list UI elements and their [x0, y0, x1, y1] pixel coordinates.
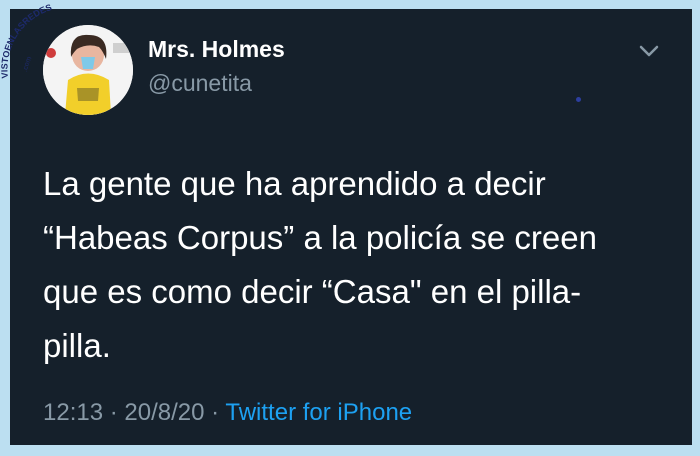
chevron-down-icon[interactable] [636, 41, 662, 61]
tweet-time[interactable]: 12:13 [43, 399, 103, 426]
watermark-suffix: .com [22, 56, 33, 73]
tweet-text: La gente que ha aprendido a decir “Habea… [43, 165, 597, 364]
decorative-dot [576, 97, 581, 102]
tweet-source-link[interactable]: Twitter for iPhone [225, 399, 412, 426]
display-name[interactable]: Mrs. Holmes [148, 36, 285, 63]
watermark-logo: VISTOENLASREDES .com [0, 2, 53, 79]
meta-separator: · [109, 399, 118, 426]
tweet-metadata: 12:13 · 20/8/20 · Twitter for iPhone [43, 399, 412, 427]
tweet-date[interactable]: 20/8/20 [124, 399, 204, 426]
meta-separator: · [211, 399, 220, 426]
user-handle[interactable]: @cunetita [148, 70, 252, 97]
tweet-card: Mrs. Holmes @cunetita La gente que ha ap… [10, 9, 692, 445]
